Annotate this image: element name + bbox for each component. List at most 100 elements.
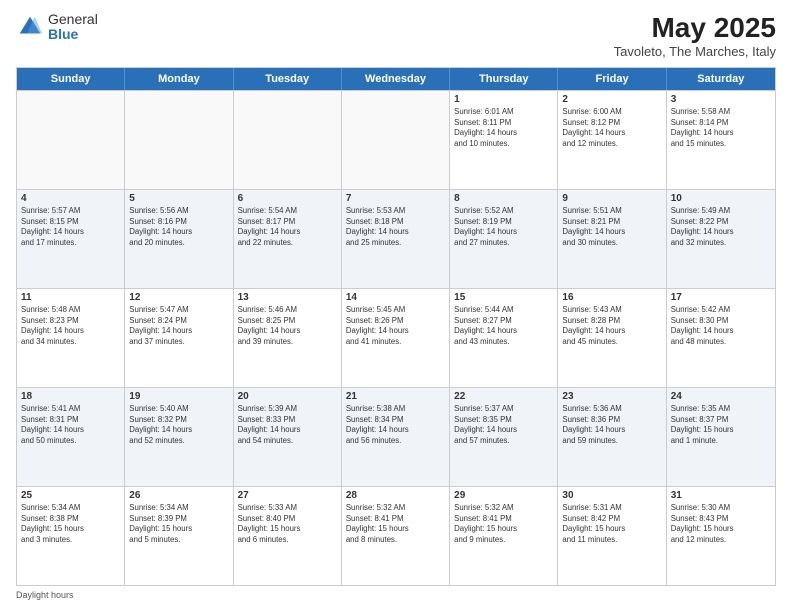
- day-number: 31: [671, 490, 771, 501]
- cal-cell-empty: [234, 91, 342, 189]
- subtitle: Tavoleto, The Marches, Italy: [614, 44, 776, 59]
- logo-text: General Blue: [48, 12, 98, 43]
- day-info: Sunrise: 5:37 AM Sunset: 8:35 PM Dayligh…: [454, 404, 553, 446]
- day-info: Sunrise: 5:36 AM Sunset: 8:36 PM Dayligh…: [562, 404, 661, 446]
- cal-header-cell-saturday: Saturday: [667, 68, 775, 90]
- day-number: 8: [454, 193, 553, 204]
- cal-cell-day-25: 25 Sunrise: 5:34 AM Sunset: 8:38 PM Dayli…: [17, 487, 125, 585]
- cal-header-cell-monday: Monday: [125, 68, 233, 90]
- cal-cell-day-1: 1Sunrise: 6:01 AM Sunset: 8:11 PM Daylig…: [450, 91, 558, 189]
- cal-cell-day-12: 12Sunrise: 5:47 AM Sunset: 8:24 PM Dayli…: [125, 289, 233, 387]
- cal-header-cell-tuesday: Tuesday: [234, 68, 342, 90]
- day-number: 9: [562, 193, 661, 204]
- day-number: 29: [454, 490, 553, 501]
- day-info: Sunrise: 5:43 AM Sunset: 8:28 PM Dayligh…: [562, 305, 661, 347]
- day-info: Sunrise: 5:39 AM Sunset: 8:33 PM Dayligh…: [238, 404, 337, 446]
- cal-cell-empty: [17, 91, 125, 189]
- cal-cell-day-18: 18 Sunrise: 5:41 AM Sunset: 8:31 PM Dayli…: [17, 388, 125, 486]
- day-number: 1: [454, 94, 553, 105]
- day-info: Sunrise: 5:53 AM Sunset: 8:18 PM Dayligh…: [346, 206, 445, 248]
- day-info: Sunrise: 5:42 AM Sunset: 8:30 PM Dayligh…: [671, 305, 771, 347]
- day-number: 15: [454, 292, 553, 303]
- cal-cell-day-24: 24 Sunrise: 5:35 AM Sunset: 8:37 PM Dayli…: [667, 388, 775, 486]
- cal-cell-day-7: 7 Sunrise: 5:53 AM Sunset: 8:18 PM Daylig…: [342, 190, 450, 288]
- day-number: 24: [671, 391, 771, 402]
- cal-cell-day-14: 14Sunrise: 5:45 AM Sunset: 8:26 PM Dayli…: [342, 289, 450, 387]
- day-number: 13: [238, 292, 337, 303]
- cal-header-cell-wednesday: Wednesday: [342, 68, 450, 90]
- day-number: 30: [562, 490, 661, 501]
- cal-cell-day-28: 28 Sunrise: 5:32 AM Sunset: 8:41 PM Dayli…: [342, 487, 450, 585]
- day-info: Sunrise: 5:48 AM Sunset: 8:23 PM Dayligh…: [21, 305, 120, 347]
- calendar-header: SundayMondayTuesdayWednesdayThursdayFrid…: [17, 68, 775, 90]
- day-info: Sunrise: 5:56 AM Sunset: 8:16 PM Dayligh…: [129, 206, 228, 248]
- cal-header-cell-thursday: Thursday: [450, 68, 558, 90]
- cal-row-4: 25 Sunrise: 5:34 AM Sunset: 8:38 PM Dayli…: [17, 486, 775, 585]
- cal-header-cell-sunday: Sunday: [17, 68, 125, 90]
- cal-cell-day-17: 17Sunrise: 5:42 AM Sunset: 8:30 PM Dayli…: [667, 289, 775, 387]
- day-info: Sunrise: 5:41 AM Sunset: 8:31 PM Dayligh…: [21, 404, 120, 446]
- day-info: Sunrise: 5:34 AM Sunset: 8:39 PM Dayligh…: [129, 503, 228, 545]
- day-info: Sunrise: 5:40 AM Sunset: 8:32 PM Dayligh…: [129, 404, 228, 446]
- title-block: May 2025 Tavoleto, The Marches, Italy: [614, 12, 776, 59]
- legend-label: Daylight hours: [16, 590, 74, 600]
- logo-icon: [16, 13, 44, 41]
- day-number: 7: [346, 193, 445, 204]
- day-info: Sunrise: 5:45 AM Sunset: 8:26 PM Dayligh…: [346, 305, 445, 347]
- cal-cell-day-19: 19Sunrise: 5:40 AM Sunset: 8:32 PM Dayli…: [125, 388, 233, 486]
- cal-cell-day-6: 6Sunrise: 5:54 AM Sunset: 8:17 PM Daylig…: [234, 190, 342, 288]
- day-info: Sunrise: 5:30 AM Sunset: 8:43 PM Dayligh…: [671, 503, 771, 545]
- cal-cell-day-26: 26Sunrise: 5:34 AM Sunset: 8:39 PM Dayli…: [125, 487, 233, 585]
- day-info: Sunrise: 5:57 AM Sunset: 8:15 PM Dayligh…: [21, 206, 120, 248]
- day-number: 3: [671, 94, 771, 105]
- legend: Daylight hours: [16, 590, 776, 600]
- day-info: Sunrise: 5:32 AM Sunset: 8:41 PM Dayligh…: [454, 503, 553, 545]
- day-number: 21: [346, 391, 445, 402]
- day-info: Sunrise: 5:31 AM Sunset: 8:42 PM Dayligh…: [562, 503, 661, 545]
- cal-cell-day-9: 9 Sunrise: 5:51 AM Sunset: 8:21 PM Daylig…: [558, 190, 666, 288]
- cal-cell-day-31: 31 Sunrise: 5:30 AM Sunset: 8:43 PM Dayli…: [667, 487, 775, 585]
- cal-row-0: 1Sunrise: 6:01 AM Sunset: 8:11 PM Daylig…: [17, 90, 775, 189]
- day-info: Sunrise: 5:46 AM Sunset: 8:25 PM Dayligh…: [238, 305, 337, 347]
- cal-cell-day-23: 23Sunrise: 5:36 AM Sunset: 8:36 PM Dayli…: [558, 388, 666, 486]
- cal-cell-empty: [125, 91, 233, 189]
- day-number: 27: [238, 490, 337, 501]
- cal-cell-empty: [342, 91, 450, 189]
- logo-general-text: General: [48, 12, 98, 27]
- cal-cell-day-2: 2Sunrise: 6:00 AM Sunset: 8:12 PM Daylig…: [558, 91, 666, 189]
- logo-blue-text: Blue: [48, 27, 98, 42]
- cal-cell-day-3: 3Sunrise: 5:58 AM Sunset: 8:14 PM Daylig…: [667, 91, 775, 189]
- calendar-body: 1Sunrise: 6:01 AM Sunset: 8:11 PM Daylig…: [17, 90, 775, 585]
- cal-cell-day-4: 4 Sunrise: 5:57 AM Sunset: 8:15 PM Daylig…: [17, 190, 125, 288]
- day-number: 6: [238, 193, 337, 204]
- cal-cell-day-8: 8 Sunrise: 5:52 AM Sunset: 8:19 PM Daylig…: [450, 190, 558, 288]
- header: General Blue May 2025 Tavoleto, The Marc…: [16, 12, 776, 59]
- day-number: 4: [21, 193, 120, 204]
- cal-row-2: 11 Sunrise: 5:48 AM Sunset: 8:23 PM Dayli…: [17, 288, 775, 387]
- day-info: Sunrise: 6:00 AM Sunset: 8:12 PM Dayligh…: [562, 107, 661, 149]
- cal-header-cell-friday: Friday: [558, 68, 666, 90]
- cal-cell-day-20: 20 Sunrise: 5:39 AM Sunset: 8:33 PM Dayli…: [234, 388, 342, 486]
- day-number: 20: [238, 391, 337, 402]
- cal-cell-day-16: 16 Sunrise: 5:43 AM Sunset: 8:28 PM Dayli…: [558, 289, 666, 387]
- day-info: Sunrise: 5:52 AM Sunset: 8:19 PM Dayligh…: [454, 206, 553, 248]
- cal-cell-day-29: 29 Sunrise: 5:32 AM Sunset: 8:41 PM Dayli…: [450, 487, 558, 585]
- day-info: Sunrise: 5:49 AM Sunset: 8:22 PM Dayligh…: [671, 206, 771, 248]
- day-number: 22: [454, 391, 553, 402]
- day-info: Sunrise: 5:47 AM Sunset: 8:24 PM Dayligh…: [129, 305, 228, 347]
- calendar: SundayMondayTuesdayWednesdayThursdayFrid…: [16, 67, 776, 586]
- day-info: Sunrise: 5:34 AM Sunset: 8:38 PM Dayligh…: [21, 503, 120, 545]
- day-number: 16: [562, 292, 661, 303]
- day-info: Sunrise: 5:35 AM Sunset: 8:37 PM Dayligh…: [671, 404, 771, 446]
- cal-cell-day-13: 13 Sunrise: 5:46 AM Sunset: 8:25 PM Dayli…: [234, 289, 342, 387]
- day-number: 25: [21, 490, 120, 501]
- day-info: Sunrise: 5:32 AM Sunset: 8:41 PM Dayligh…: [346, 503, 445, 545]
- day-number: 5: [129, 193, 228, 204]
- cal-cell-day-22: 22 Sunrise: 5:37 AM Sunset: 8:35 PM Dayli…: [450, 388, 558, 486]
- day-number: 28: [346, 490, 445, 501]
- cal-row-3: 18 Sunrise: 5:41 AM Sunset: 8:31 PM Dayli…: [17, 387, 775, 486]
- day-number: 18: [21, 391, 120, 402]
- day-number: 11: [21, 292, 120, 303]
- day-info: Sunrise: 5:51 AM Sunset: 8:21 PM Dayligh…: [562, 206, 661, 248]
- page: General Blue May 2025 Tavoleto, The Marc…: [0, 0, 792, 612]
